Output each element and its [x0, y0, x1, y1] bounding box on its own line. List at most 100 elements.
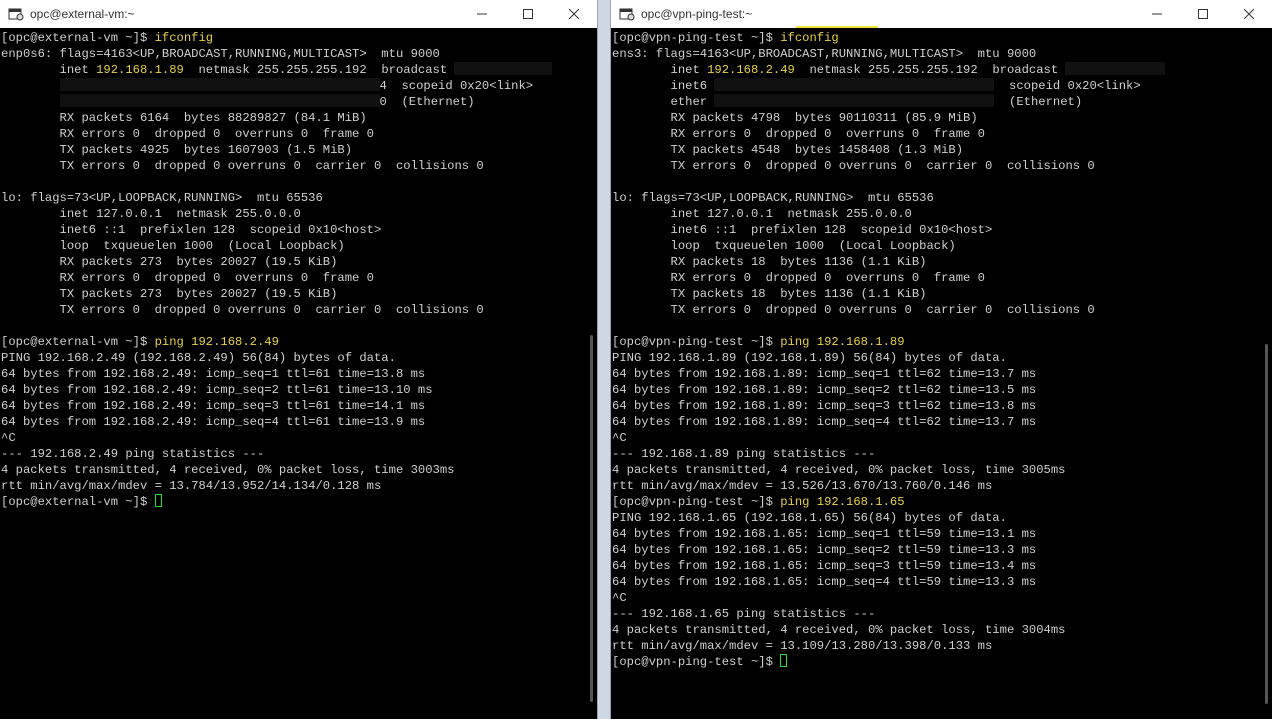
terminal-line: [opc@vpn-ping-test ~]$ [612, 654, 1272, 670]
terminal-output[interactable]: [opc@external-vm ~]$ ifconfig enp0s6: fla… [0, 28, 597, 719]
output-text: 0 (Ethernet) [379, 95, 475, 109]
output-text: rtt min/avg/max/mdev = 13.526/13.670/13.… [612, 479, 993, 493]
output-text: 64 bytes from 192.168.1.89: icmp_seq=2 t… [612, 383, 1037, 397]
output-text: inet6 [612, 79, 715, 93]
output-text: TX packets 4925 bytes 1607903 (1.5 MiB) [1, 143, 353, 157]
terminal-line: 64 bytes from 192.168.1.65: icmp_seq=4 t… [612, 574, 1272, 590]
output-text: 4 packets transmitted, 4 received, 0% pa… [612, 623, 1066, 637]
titlebar[interactable]: opc@vpn-ping-test:~ [611, 0, 1272, 28]
maximize-icon[interactable] [1180, 0, 1226, 28]
terminal-line: TX errors 0 dropped 0 overruns 0 carrier… [1, 302, 597, 318]
terminal-line: ^C [612, 430, 1272, 446]
output-text: lo: flags=73<UP,LOOPBACK,RUNNING> mtu 65… [612, 191, 934, 205]
terminal-line: [opc@vpn-ping-test ~]$ ping 192.168.1.65 [612, 494, 1272, 510]
command-text: ifconfig [154, 31, 214, 45]
terminal-line: 4 packets transmitted, 4 received, 0% pa… [612, 462, 1272, 478]
terminal-line: TX errors 0 dropped 0 overruns 0 carrier… [1, 158, 597, 174]
scrollbar[interactable] [1265, 344, 1268, 704]
terminal-line: loop txqueuelen 1000 (Local Loopback) [1, 238, 597, 254]
terminal-line: inet 127.0.0.1 netmask 255.0.0.0 [612, 206, 1272, 222]
output-text: lo: flags=73<UP,LOOPBACK,RUNNING> mtu 65… [1, 191, 323, 205]
terminal-line: RX errors 0 dropped 0 overruns 0 frame 0 [1, 270, 597, 286]
output-text: RX errors 0 dropped 0 overruns 0 frame 0 [612, 271, 986, 285]
terminal-window-external-vm[interactable]: opc@external-vm:~ [opc@external-vm ~]$ i… [0, 0, 598, 719]
terminal-line: ^C [612, 590, 1272, 606]
output-text: inet [1, 63, 97, 77]
terminal-line: RX packets 273 bytes 20027 (19.5 KiB) [1, 254, 597, 270]
output-text: 64 bytes from 192.168.1.89: icmp_seq=1 t… [612, 367, 1037, 381]
terminal-line: 64 bytes from 192.168.1.89: icmp_seq=2 t… [612, 382, 1272, 398]
terminal-output[interactable]: [opc@vpn-ping-test ~]$ ifconfig ens3: fla… [611, 28, 1272, 719]
output-text: [opc@vpn-ping-test ~]$ [612, 655, 781, 669]
terminal-line: enp0s6: flags=4163<UP,BROADCAST,RUNNING,… [1, 46, 597, 62]
terminal-line: [opc@external-vm ~]$ [1, 494, 597, 510]
terminal-line: TX errors 0 dropped 0 overruns 0 carrier… [612, 302, 1272, 318]
output-text: netmask 255.255.255.192 broadcast [794, 63, 1066, 77]
output-text: inet6 ::1 prefixlen 128 scopeid 0x10<hos… [612, 223, 993, 237]
terminal-line: RX packets 6164 bytes 88289827 (84.1 MiB… [1, 110, 597, 126]
terminal-line: ^C [1, 430, 597, 446]
terminal-line: rtt min/avg/max/mdev = 13.526/13.670/13.… [612, 478, 1272, 494]
terminal-line: lo: flags=73<UP,LOOPBACK,RUNNING> mtu 65… [1, 190, 597, 206]
terminal-line: 64 bytes from 192.168.1.89: icmp_seq=1 t… [612, 366, 1272, 382]
scrollbar[interactable] [590, 335, 593, 702]
output-text: loop txqueuelen 1000 (Local Loopback) [612, 239, 956, 253]
terminal-app-icon [619, 6, 635, 22]
terminal-line: [opc@external-vm ~]$ ifconfig [1, 30, 597, 46]
terminal-line: inet 192.168.1.89 netmask 255.255.255.19… [1, 62, 597, 78]
terminal-line: rtt min/avg/max/mdev = 13.109/13.280/13.… [612, 638, 1272, 654]
output-text: 4 scopeid 0x20<link> [379, 79, 534, 93]
minimize-icon[interactable] [1134, 0, 1180, 28]
terminal-line: inet6 ::1 prefixlen 128 scopeid 0x10<hos… [1, 222, 597, 238]
output-text: 64 bytes from 192.168.1.89: icmp_seq=3 t… [612, 399, 1037, 413]
terminal-line: TX packets 18 bytes 1136 (1.1 KiB) [612, 286, 1272, 302]
output-text: TX packets 4548 bytes 1458408 (1.3 MiB) [612, 143, 964, 157]
terminal-line: RX packets 18 bytes 1136 (1.1 KiB) [612, 254, 1272, 270]
output-text: (Ethernet) [994, 95, 1083, 109]
output-text: RX packets 6164 bytes 88289827 (84.1 MiB… [1, 111, 367, 125]
output-text: TX errors 0 dropped 0 overruns 0 carrier… [612, 303, 1095, 317]
output-text: enp0s6: flags=4163<UP,BROADCAST,RUNNING,… [1, 47, 440, 61]
maximize-icon[interactable] [505, 0, 551, 28]
output-text: 4 packets transmitted, 4 received, 0% pa… [1, 463, 455, 477]
output-text: [opc@external-vm ~]$ [1, 495, 155, 509]
output-text: RX packets 4798 bytes 90110311 (85.9 MiB… [612, 111, 978, 125]
terminal-line: TX packets 273 bytes 20027 (19.5 KiB) [1, 286, 597, 302]
terminal-line: lo: flags=73<UP,LOOPBACK,RUNNING> mtu 65… [612, 190, 1272, 206]
terminal-line: 64 bytes from 192.168.1.65: icmp_seq=2 t… [612, 542, 1272, 558]
terminal-line: loop txqueuelen 1000 (Local Loopback) [612, 238, 1272, 254]
terminal-line: 64 bytes from 192.168.2.49: icmp_seq=1 t… [1, 366, 597, 382]
terminal-line: RX packets 4798 bytes 90110311 (85.9 MiB… [612, 110, 1272, 126]
terminal-line: 0 (Ethernet) [1, 94, 597, 110]
terminal-window-vpn-ping-test[interactable]: opc@vpn-ping-test:~ [opc@vpn-ping-test ~… [610, 0, 1272, 719]
minimize-icon[interactable] [459, 0, 505, 28]
terminal-line: RX errors 0 dropped 0 overruns 0 frame 0 [1, 126, 597, 142]
output-text: PING 192.168.2.49 (192.168.2.49) 56(84) … [1, 351, 396, 365]
terminal-app-icon [8, 6, 24, 22]
close-icon[interactable] [1226, 0, 1272, 28]
output-text: [opc@external-vm ~]$ [1, 335, 155, 349]
terminal-line: ens3: flags=4163<UP,BROADCAST,RUNNING,MU… [612, 46, 1272, 62]
terminal-line: PING 192.168.1.89 (192.168.1.89) 56(84) … [612, 350, 1272, 366]
output-text: PING 192.168.1.89 (192.168.1.89) 56(84) … [612, 351, 1007, 365]
output-text: loop txqueuelen 1000 (Local Loopback) [1, 239, 345, 253]
redacted-block [714, 78, 995, 91]
output-text: ether [612, 95, 715, 109]
output-text: [opc@vpn-ping-test ~]$ [612, 495, 781, 509]
terminal-line: TX errors 0 dropped 0 overruns 0 carrier… [612, 158, 1272, 174]
terminal-line: 64 bytes from 192.168.2.49: icmp_seq=4 t… [1, 414, 597, 430]
terminal-line: --- 192.168.2.49 ping statistics --- [1, 446, 597, 462]
command-text: ifconfig [780, 31, 839, 45]
terminal-line: inet 127.0.0.1 netmask 255.0.0.0 [1, 206, 597, 222]
terminal-line: 4 packets transmitted, 4 received, 0% pa… [612, 622, 1272, 638]
output-text: 64 bytes from 192.168.1.65: icmp_seq=4 t… [612, 575, 1037, 589]
command-text: ping 192.168.1.89 [780, 335, 905, 349]
terminal-line: [opc@vpn-ping-test ~]$ ping 192.168.1.89 [612, 334, 1272, 350]
output-text: [opc@external-vm ~]$ [1, 31, 155, 45]
terminal-line: PING 192.168.1.65 (192.168.1.65) 56(84) … [612, 510, 1272, 526]
output-text: netmask 255.255.255.192 broadcast [183, 63, 455, 77]
titlebar[interactable]: opc@external-vm:~ [0, 0, 597, 28]
close-icon[interactable] [551, 0, 597, 28]
output-text: 64 bytes from 192.168.2.49: icmp_seq=1 t… [1, 367, 426, 381]
